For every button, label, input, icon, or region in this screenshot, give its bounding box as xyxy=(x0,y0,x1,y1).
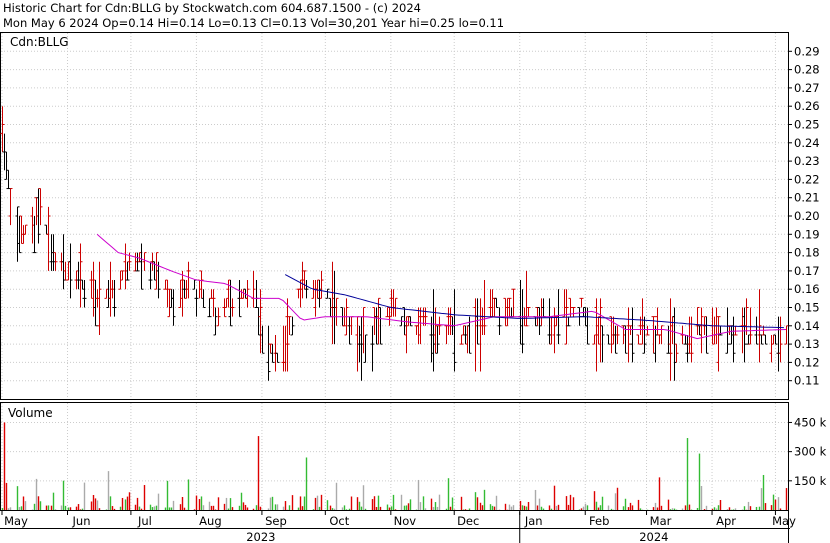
price-tick-label: 0.11 xyxy=(794,374,820,388)
month-label: Mar xyxy=(650,514,672,528)
volume-tick-label: 150 k xyxy=(794,474,827,488)
price-tick-label: 0.18 xyxy=(794,246,820,260)
month-label: Sep xyxy=(265,514,287,528)
month-label: May xyxy=(4,514,28,528)
price-axis: 0.29 0.28 0.27 0.26 0.25 0.24 0.23 0.22 0.21 0.20… xyxy=(788,44,820,388)
stock-chart: Historic Chart for Cdn:BLLG by Stockwatc… xyxy=(0,1,827,543)
price-tick-label: 0.16 xyxy=(794,282,820,296)
price-tick-label: 0.28 xyxy=(794,63,820,77)
chart-header-line2: Mon May 6 2024 Op=0.14 Hi=0.14 Lo=0.13 C… xyxy=(3,16,504,30)
month-label: Dec xyxy=(457,514,479,528)
price-tick-label: 0.24 xyxy=(794,136,820,150)
x-axis: May Jun Jul Aug Sep Oct Nov Dec Jan Feb Mar Apr May 2… xyxy=(0,511,796,543)
chart-header-line1: Historic Chart for Cdn:BLLG by Stockwatc… xyxy=(3,1,421,15)
month-label: Apr xyxy=(716,514,736,528)
month-label: Oct xyxy=(329,514,349,528)
volume-tick-label: 450 k xyxy=(794,415,827,429)
volume-panel xyxy=(0,402,789,511)
price-tick-label: 0.14 xyxy=(794,319,820,333)
volume-title: Volume xyxy=(8,406,53,420)
price-tick-label: 0.29 xyxy=(794,44,820,58)
price-tick-label: 0.12 xyxy=(794,355,820,369)
volume-tick-label: 300 k xyxy=(794,445,827,459)
volume-axis: 450 k 300 k 150 k xyxy=(788,415,827,488)
symbol-label: Cdn:BLLG xyxy=(10,35,69,49)
price-tick-label: 0.27 xyxy=(794,81,820,95)
year-label: 2024 xyxy=(639,530,668,543)
price-tick-label: 0.15 xyxy=(794,301,820,315)
month-label: Nov xyxy=(394,514,417,528)
year-label: 2023 xyxy=(246,530,275,543)
price-tick-label: 0.13 xyxy=(794,337,820,351)
month-label: Feb xyxy=(589,514,609,528)
price-tick-label: 0.19 xyxy=(794,227,820,241)
month-label: May xyxy=(772,514,796,528)
month-label: Jun xyxy=(72,514,91,528)
price-tick-label: 0.23 xyxy=(794,154,820,168)
month-label: Aug xyxy=(199,514,221,528)
price-tick-label: 0.25 xyxy=(794,118,820,132)
month-label: Jul xyxy=(137,514,152,528)
month-label: Jan xyxy=(524,514,543,528)
price-tick-label: 0.26 xyxy=(794,99,820,113)
price-tick-label: 0.22 xyxy=(794,172,820,186)
price-tick-label: 0.20 xyxy=(794,209,820,223)
price-tick-label: 0.21 xyxy=(794,191,820,205)
price-tick-label: 0.17 xyxy=(794,264,820,278)
